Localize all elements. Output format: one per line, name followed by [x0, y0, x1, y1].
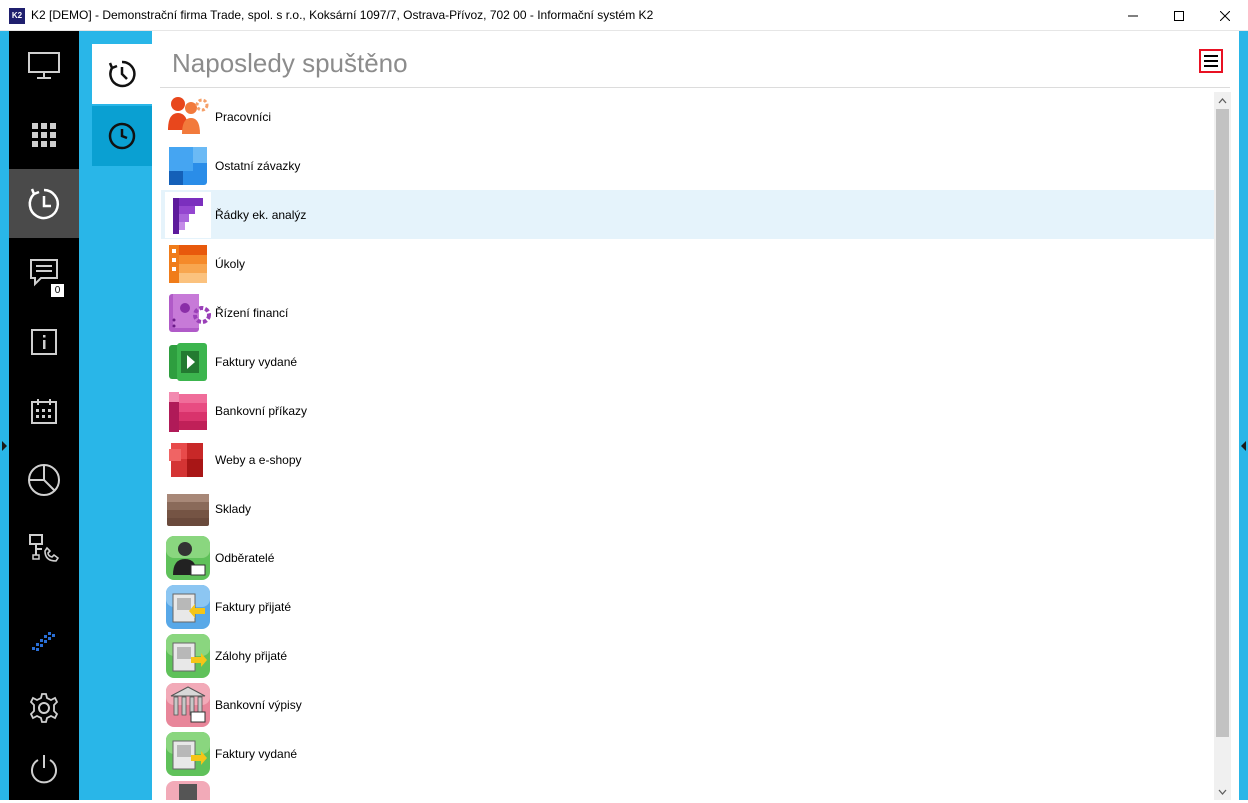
- analysis-rows-icon: [165, 191, 211, 238]
- history-clock-icon: [108, 60, 136, 88]
- monitor-icon: [28, 51, 60, 79]
- recent-clock-icon: [28, 188, 60, 219]
- sidebar-item-info[interactable]: [9, 307, 79, 376]
- list-item-other-liabilities[interactable]: Ostatní závazky: [161, 141, 1214, 190]
- other-liabilities-icon: [169, 146, 207, 185]
- clock-icon: [108, 122, 136, 150]
- recent-subtabs: [79, 31, 152, 800]
- list-item-received-advances[interactable]: Zálohy přijaté: [161, 631, 1214, 680]
- tab-history[interactable]: [92, 106, 152, 166]
- list-item-web-shops[interactable]: Weby a e-shopy: [161, 435, 1214, 484]
- issued-invoices-icon: [169, 342, 207, 381]
- network-phone-icon: [29, 533, 60, 562]
- list-item-bank-orders[interactable]: Bankovní příkazy: [161, 386, 1214, 435]
- partial-item-icon: [166, 780, 210, 800]
- expand-right-icon: [1241, 441, 1246, 451]
- sidebar-item-settings[interactable]: [9, 673, 79, 742]
- sidebar-item-calendar[interactable]: [9, 376, 79, 445]
- expand-left-icon: [2, 441, 7, 451]
- list-item-label: Bankovní příkazy: [215, 403, 308, 418]
- employees-icon: [168, 96, 209, 134]
- list-item-employees[interactable]: Pracovníci: [161, 92, 1214, 141]
- minimize-button[interactable]: [1110, 0, 1156, 31]
- chevron-down-icon: [1218, 789, 1227, 795]
- bank-orders-icon: [169, 391, 207, 432]
- sidebar-item-k2-logo[interactable]: [9, 607, 79, 676]
- list-item-label: Faktury přijaté: [215, 599, 292, 614]
- scroll-up-button[interactable]: [1214, 92, 1231, 109]
- list-item-label: Faktury vydané: [215, 354, 298, 369]
- sidebar-item-desktop[interactable]: [9, 31, 79, 100]
- finance-management-icon: [169, 293, 211, 332]
- list-item-label: Zálohy přijaté: [215, 648, 288, 663]
- main-sidebar: 0: [9, 31, 79, 800]
- web-shops-icon: [169, 442, 203, 477]
- list-item-issued-invoices[interactable]: Faktury vydané: [161, 337, 1214, 386]
- window-title: K2 [DEMO] - Demonstrační firma Trade, sp…: [31, 8, 654, 22]
- gear-icon: [29, 692, 59, 723]
- sidebar-item-recent[interactable]: [9, 169, 79, 238]
- list-item-label: Bankovní výpisy: [215, 697, 302, 712]
- close-button[interactable]: [1202, 0, 1248, 31]
- k2-logo-icon: [32, 631, 55, 651]
- minimize-icon: [1128, 15, 1138, 16]
- tasks-icon: [169, 244, 207, 283]
- list-item-label: Řádky ek. analýz: [215, 207, 307, 222]
- scroll-down-button[interactable]: [1214, 783, 1231, 800]
- issued-invoices-legacy-icon: [166, 731, 210, 776]
- list-item-analysis-rows[interactable]: Řádky ek. analýz: [161, 190, 1214, 239]
- list-item-label: Faktury vydané: [215, 746, 298, 761]
- left-panel-toggle[interactable]: [0, 31, 9, 800]
- list-item-label: Úkoly: [215, 256, 246, 271]
- sidebar-item-messages[interactable]: 0: [9, 238, 79, 307]
- received-advances-icon: [166, 633, 210, 678]
- list-item-issued-invoices-2[interactable]: Faktury vydané: [161, 729, 1214, 778]
- list-item-tasks[interactable]: Úkoly: [161, 239, 1214, 288]
- customers-icon: [166, 535, 210, 580]
- list-item-label: Řízení financí: [215, 305, 289, 320]
- list-item-label: Pracovníci: [215, 109, 272, 124]
- messages-count-badge: 0: [51, 284, 64, 297]
- list-item-finance-management[interactable]: Řízení financí: [161, 288, 1214, 337]
- list-item-partial[interactable]: [161, 778, 1214, 800]
- page-title: Naposledy spuštěno: [172, 48, 408, 78]
- info-icon: [31, 328, 57, 355]
- list-item-warehouses[interactable]: Sklady: [161, 484, 1214, 533]
- title-divider: [160, 87, 1230, 88]
- hamburger-icon: [1204, 55, 1218, 57]
- messages-icon: [30, 258, 58, 286]
- recent-list: Pracovníci Ostatní závazky Řádky ek. ana: [161, 92, 1214, 800]
- list-item-customers[interactable]: Odběratelé: [161, 533, 1214, 582]
- chevron-up-icon: [1218, 97, 1227, 103]
- list-item-label: Weby a e-shopy: [215, 452, 302, 467]
- sidebar-item-power[interactable]: [9, 734, 79, 803]
- list-item-received-invoices[interactable]: Faktury přijaté: [161, 582, 1214, 631]
- power-icon: [31, 754, 57, 783]
- list-item-bank-statements[interactable]: Bankovní výpisy: [161, 680, 1214, 729]
- window-titlebar: K2 K2 [DEMO] - Demonstrační firma Trade,…: [0, 0, 1248, 31]
- warehouses-icon: [167, 493, 209, 526]
- sidebar-item-modules[interactable]: [9, 100, 79, 169]
- calendar-icon: [31, 398, 57, 424]
- k2-app-icon: K2: [9, 8, 25, 24]
- tab-recently-launched[interactable]: [92, 44, 152, 104]
- bank-statements-icon: [166, 682, 210, 727]
- received-invoices-icon: [166, 584, 210, 629]
- maximize-icon: [1174, 10, 1184, 21]
- list-item-label: Ostatní závazky: [215, 158, 301, 173]
- list-item-label: Odběratelé: [215, 550, 275, 565]
- hamburger-menu-button[interactable]: [1199, 49, 1223, 73]
- grid-icon: [32, 122, 56, 147]
- sidebar-item-network[interactable]: [9, 514, 79, 583]
- maximize-button[interactable]: [1156, 0, 1202, 31]
- list-item-label: Sklady: [215, 501, 252, 516]
- main-panel: Naposledy spuštěno Pracovníci Ostatní zá…: [152, 31, 1239, 800]
- scroll-thumb[interactable]: [1216, 109, 1229, 737]
- sidebar-item-reports[interactable]: [9, 445, 79, 514]
- right-panel-toggle[interactable]: [1239, 31, 1248, 800]
- pie-chart-icon: [28, 463, 60, 496]
- list-scrollbar[interactable]: [1214, 92, 1231, 800]
- close-icon: [1220, 10, 1230, 21]
